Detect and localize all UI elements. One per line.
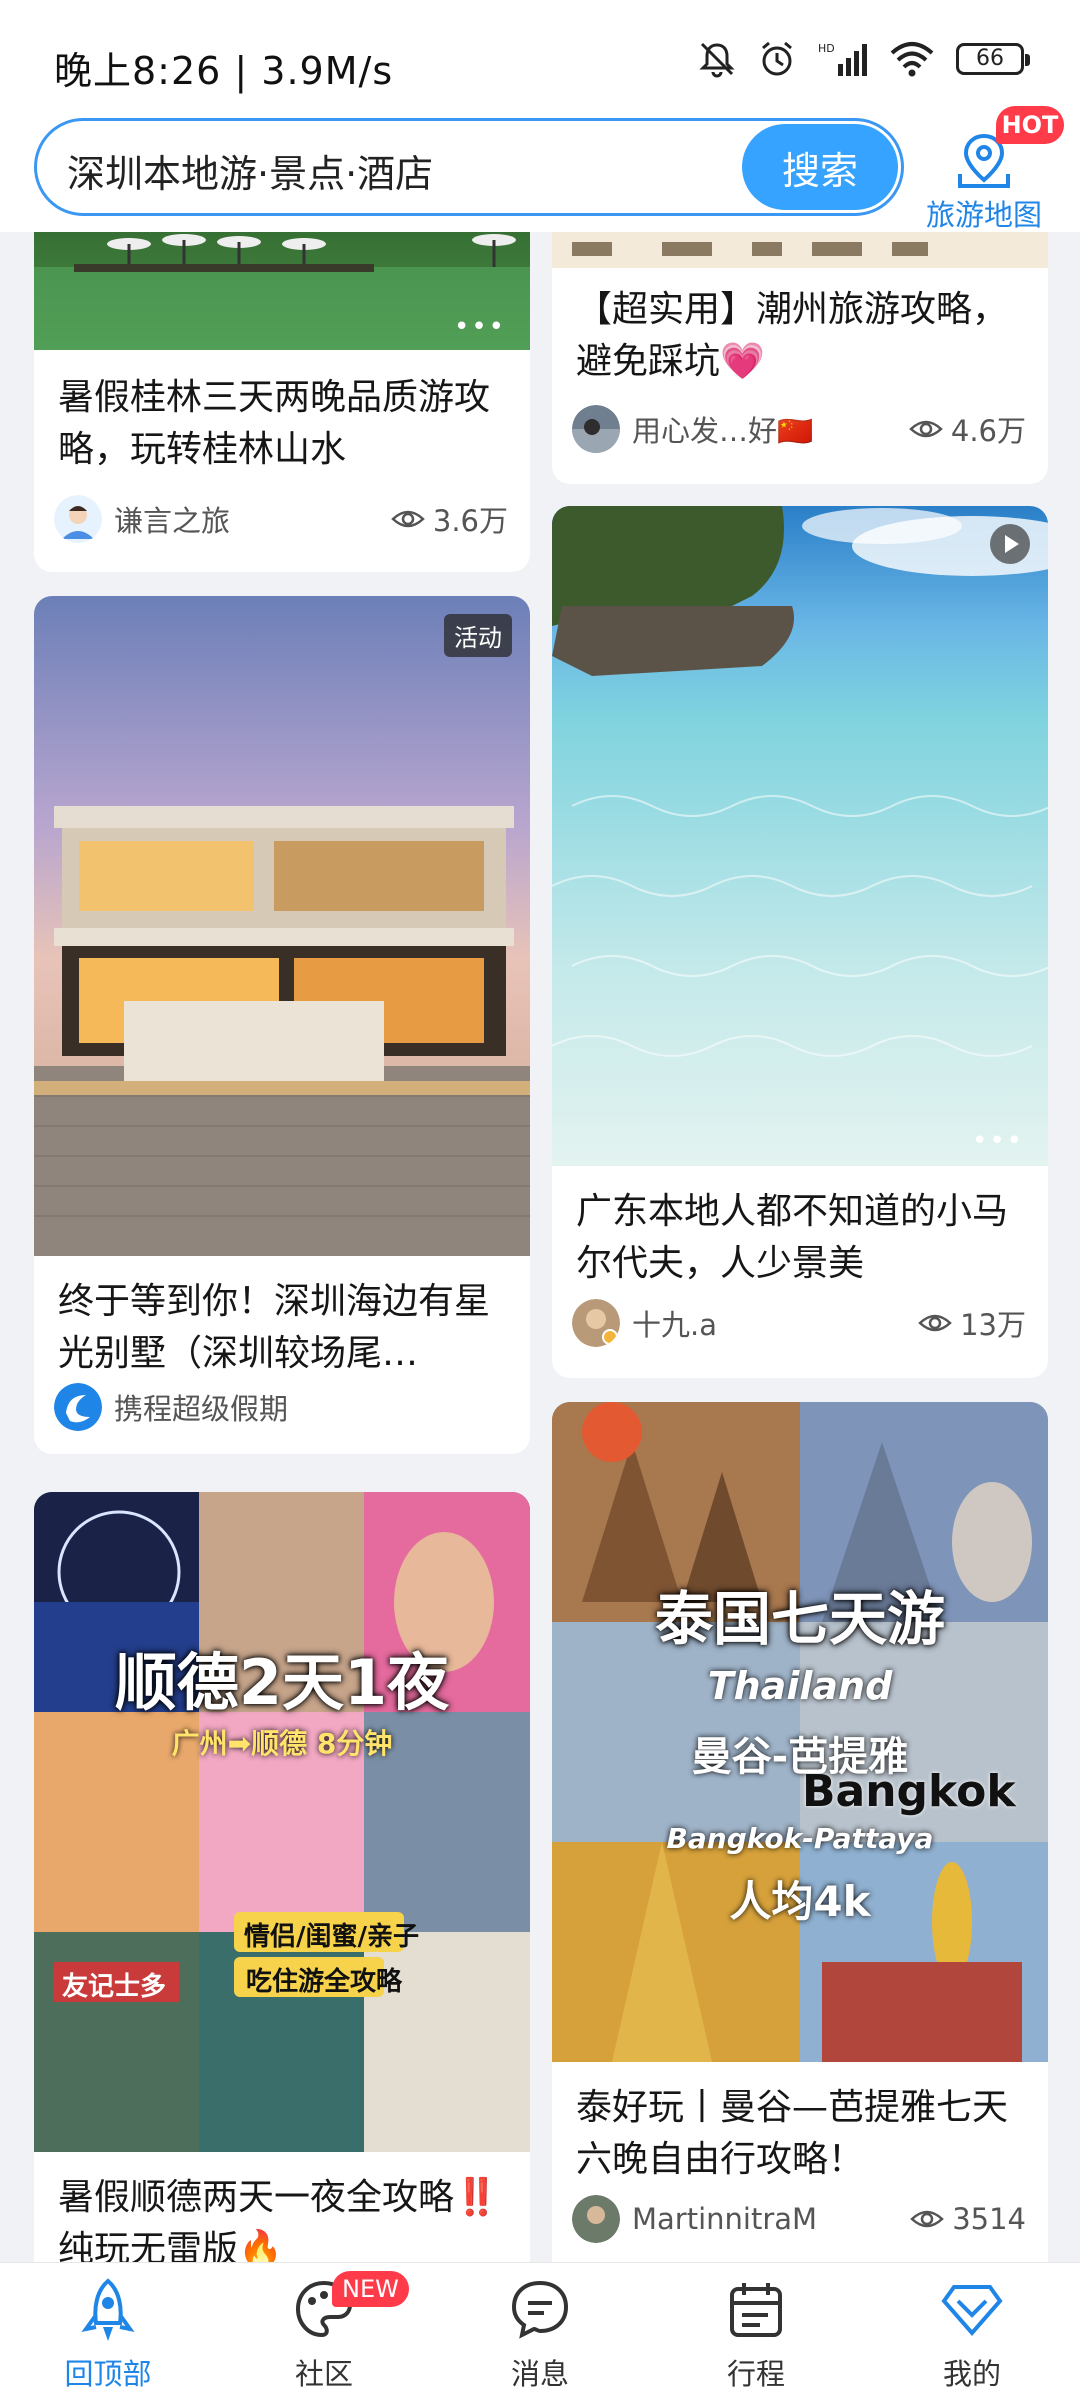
wifi-icon (890, 41, 934, 77)
nav-mine[interactable]: 我的 (864, 2263, 1080, 2400)
author-name: 用心发…好🇨🇳 (632, 414, 814, 448)
nav-label: 消息 (510, 2357, 569, 2391)
thailand-route-en: Bangkok-Pattaya (666, 1822, 934, 1855)
card-title: 终于等到你！深圳海边有星光别墅（深圳较场尾… (58, 1281, 491, 1374)
video-play-icon[interactable] (990, 524, 1030, 564)
view-count: 3.6万 (391, 498, 508, 540)
shunde-tag-people: 情侣/闺蜜/亲子 (244, 1922, 419, 1952)
shunde-tag-guide: 吃住游全攻略 (246, 1967, 403, 1997)
guilin-photo: ••• (34, 232, 530, 350)
card-title: 【超实用】潮州旅游攻略，避免踩坑💗 (576, 289, 1009, 382)
card-title: 暑假顺德两天一夜全攻略‼️纯玩无雷版🔥 (58, 2177, 499, 2262)
card-title: 泰好玩丨曼谷—芭提雅七天六晚自由行攻略！ (576, 2087, 1009, 2180)
shunde-subline: 广州➡顺德 8分钟 (171, 1727, 393, 1760)
shunde-shop-sign: 友记士多 (62, 1972, 167, 2002)
author-name: 谦言之旅 (114, 504, 231, 538)
view-count-text: 3514 (952, 2202, 1026, 2236)
hot-badge: HOT (996, 106, 1064, 144)
author-name: 十九.a (632, 1308, 717, 1342)
card-meta: 用心发…好🇨🇳 4.6万 (572, 404, 1026, 454)
content-feed[interactable]: ••• 暑假桂林三天两晚品质游攻略，玩转桂林山水 谦言之旅 3.6万 活动 终于… (0, 232, 1080, 2262)
nav-trips[interactable]: 行程 (648, 2263, 864, 2400)
view-count-text: 4.6万 (950, 414, 1026, 448)
nav-community[interactable]: NEW 社区 (216, 2263, 432, 2400)
avatar (54, 1383, 102, 1431)
nav-label: 回顶部 (64, 2357, 152, 2391)
signal-icon: HD (818, 40, 868, 78)
view-count-text: 3.6万 (432, 504, 508, 538)
nav-label: 我的 (942, 2357, 1001, 2391)
view-count-text: 13万 (960, 1308, 1026, 1342)
feed-card-guilin[interactable]: ••• 暑假桂林三天两晚品质游攻略，玩转桂林山水 谦言之旅 3.6万 (34, 232, 530, 572)
calendar-icon (724, 2277, 788, 2345)
nav-messages[interactable]: 消息 (432, 2263, 648, 2400)
view-count: 13万 (918, 1302, 1026, 1344)
bottom-navigation: 回顶部 NEW 社区 消息 行程 我的 (0, 2262, 1080, 2400)
feed-card-chaozhou[interactable]: 【超实用】潮州旅游攻略，避免踩坑💗 用心发…好🇨🇳 4.6万 (552, 232, 1048, 484)
new-badge: NEW (332, 2271, 409, 2307)
alarm-icon (758, 40, 796, 78)
shunde-collage: 顺德2天1夜 广州➡顺德 8分钟 情侣/闺蜜/亲子 吃住游全攻略 友记士多 (34, 1492, 530, 2152)
feed-card-thailand[interactable]: 泰国七天游 Thailand 曼谷-芭提雅 Bangkok Bangkok-Pa… (552, 1402, 1048, 2262)
feed-card-beach[interactable]: ••• 广东本地人都不知道的小马尔代夫，人少景美 十九.a 13万 (552, 506, 1048, 1378)
eye-icon (391, 510, 425, 528)
search-placeholder: 深圳本地游·景点·酒店 (67, 152, 434, 196)
shunde-headline: 顺德2天1夜 (114, 1646, 450, 1719)
feed-card-villa[interactable]: 活动 终于等到你！深圳海边有星光别墅（深圳较场尾… 携程超级假期 (34, 596, 530, 1454)
more-dots-icon: ••• (453, 312, 506, 342)
chat-bubble-icon (508, 2277, 572, 2345)
status-time: 晚上8:26 | 3.9M/s (54, 49, 394, 93)
card-meta: 携程超级假期 (54, 1382, 508, 1432)
view-count: 3514 (910, 2202, 1026, 2236)
avatar (572, 2195, 620, 2243)
diamond-icon (940, 2277, 1004, 2345)
nav-label: 行程 (726, 2357, 785, 2391)
search-button[interactable]: 搜索 (742, 124, 898, 210)
rocket-icon (76, 2277, 140, 2351)
card-meta: MartinnitraM 3514 (572, 2194, 1026, 2244)
activity-tag: 活动 (444, 614, 512, 657)
avatar (572, 1299, 620, 1347)
avatar (54, 495, 102, 543)
chaozhou-photo (552, 232, 1048, 268)
card-title: 暑假桂林三天两晚品质游攻略，玩转桂林山水 (58, 377, 491, 470)
card-meta: 十九.a 13万 (572, 1298, 1026, 1348)
thailand-bangkok: Bangkok (802, 1766, 1016, 1817)
battery-icon: 66 (956, 43, 1030, 75)
view-count: 4.6万 (909, 408, 1026, 450)
thailand-collage: 泰国七天游 Thailand 曼谷-芭提雅 Bangkok Bangkok-Pa… (552, 1402, 1048, 2062)
thailand-en-title: Thailand (707, 1664, 893, 1708)
author-name: 携程超级假期 (114, 1392, 289, 1426)
search-header: 深圳本地游·景点·酒店 搜索 HOT 旅游地图 (0, 100, 1080, 232)
nav-label: 社区 (294, 2357, 353, 2391)
beach-photo: ••• (552, 506, 1048, 1166)
svg-text:HD: HD (818, 42, 835, 55)
more-dots-icon: ••• (971, 1126, 1024, 1156)
thailand-price: 人均4k (729, 1877, 871, 1926)
feed-card-shunde[interactable]: 顺德2天1夜 广州➡顺德 8分钟 情侣/闺蜜/亲子 吃住游全攻略 友记士多 暑假… (34, 1492, 530, 2262)
eye-icon (918, 1314, 952, 1332)
travel-map-label: 旅游地图 (926, 198, 1043, 232)
mute-icon (698, 40, 736, 78)
search-input[interactable]: 深圳本地游·景点·酒店 搜索 (34, 118, 904, 216)
card-meta: 谦言之旅 3.6万 (54, 494, 508, 544)
eye-icon (910, 2210, 945, 2228)
thailand-headline: 泰国七天游 (654, 1585, 945, 1653)
author-name: MartinnitraM (632, 2202, 818, 2236)
status-bar: 晚上8:26 | 3.9M/s HD 66 (0, 0, 1080, 116)
eye-icon (909, 420, 943, 438)
avatar (572, 405, 620, 453)
villa-photo: 活动 (34, 596, 530, 1256)
card-title: 广东本地人都不知道的小马尔代夫，人少景美 (576, 1191, 1009, 1284)
status-icons: HD 66 (698, 40, 1030, 78)
travel-map-button[interactable]: HOT 旅游地图 (920, 106, 1070, 232)
nav-back-to-top[interactable]: 回顶部 (0, 2263, 216, 2400)
